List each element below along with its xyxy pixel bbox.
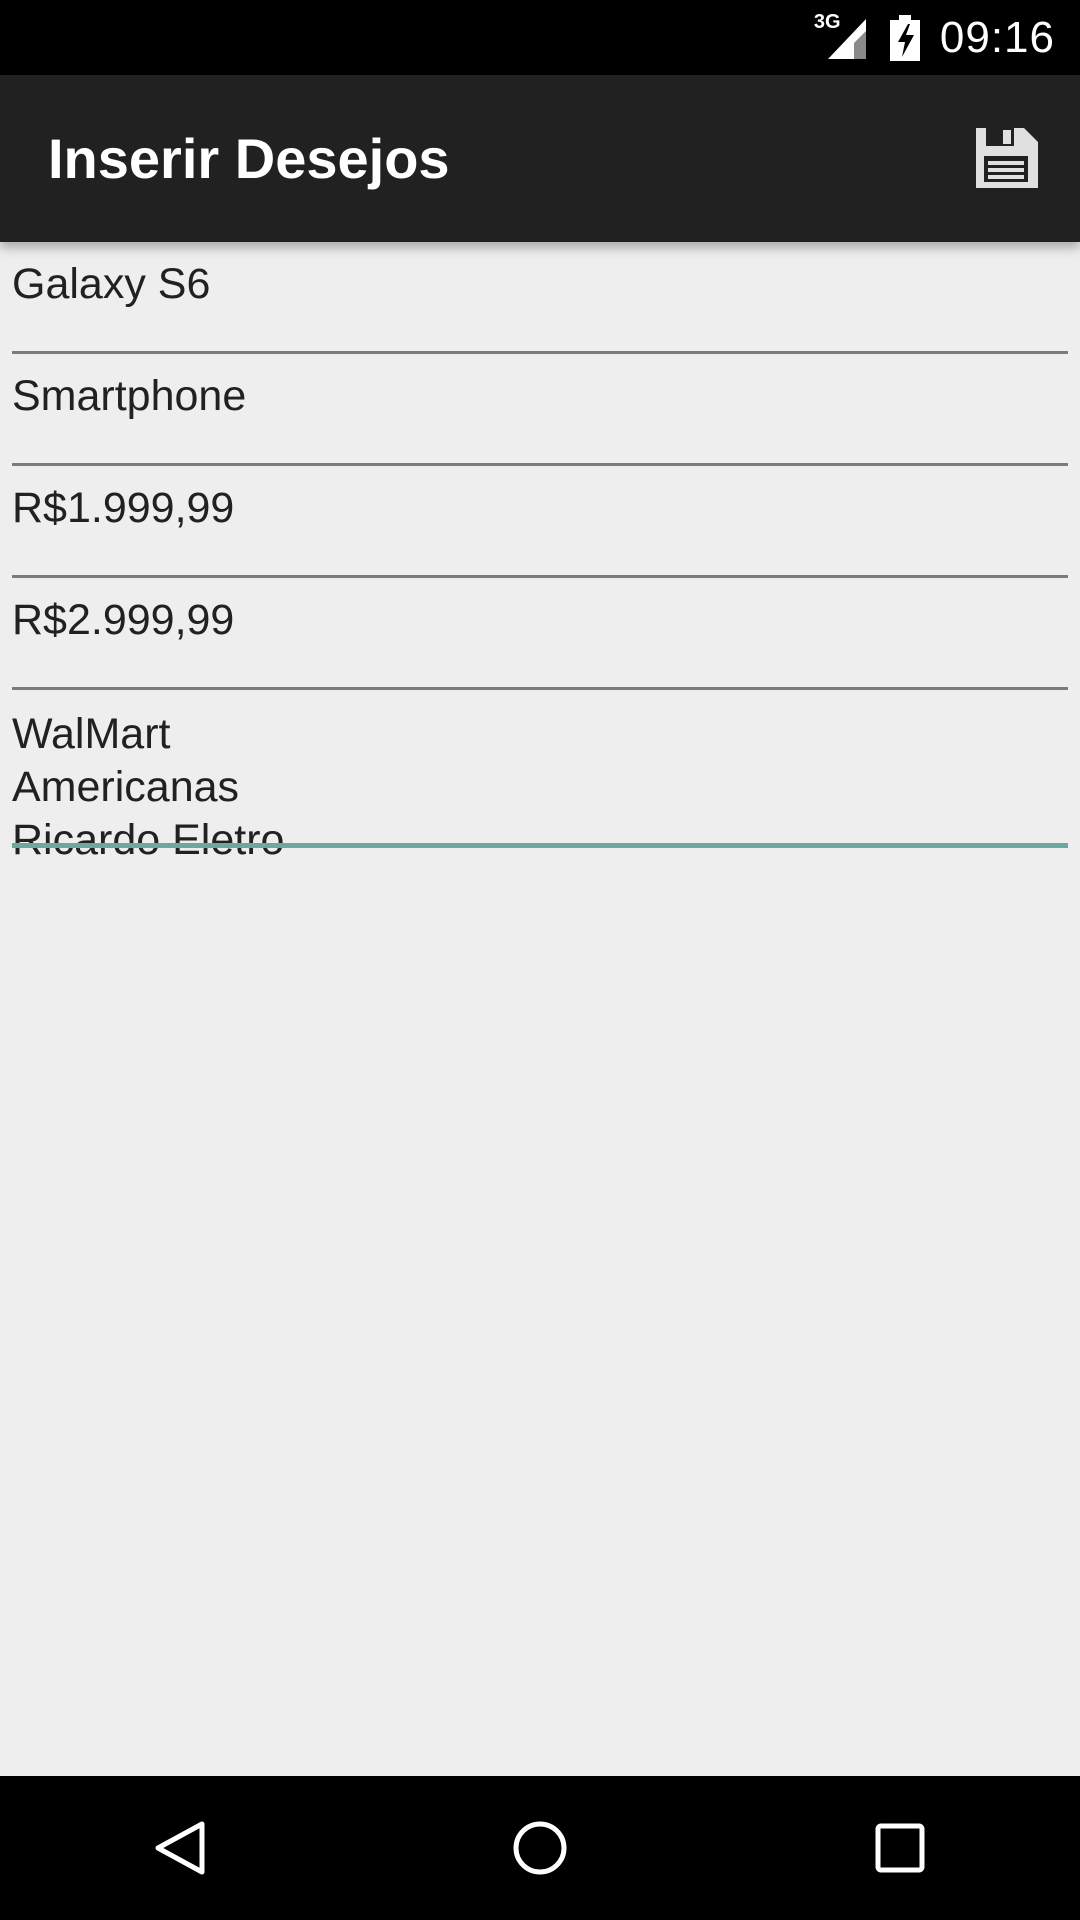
min-price-field[interactable]: R$1.999,99 [12, 466, 1068, 578]
category-field[interactable]: Smartphone [12, 354, 1068, 466]
save-button[interactable] [968, 120, 1044, 196]
screen: 3G 09:16 Inserir Desejos Galaxy S6 Smart… [0, 0, 1080, 1920]
max-price-field[interactable]: R$2.999,99 [12, 578, 1068, 690]
page-title: Inserir Desejos [48, 127, 450, 190]
app-bar: Inserir Desejos [0, 75, 1080, 242]
store-line: Ricardo Eletro [12, 816, 285, 864]
max-price-value: R$2.999,99 [12, 596, 235, 644]
back-button[interactable] [125, 1793, 235, 1903]
navigation-bar [0, 1776, 1080, 1920]
back-icon [155, 1821, 205, 1875]
min-price-value: R$1.999,99 [12, 484, 235, 532]
status-bar: 3G 09:16 [0, 0, 1080, 75]
stores-field[interactable]: WalMart Americanas Ricardo Eletro [12, 690, 1068, 864]
recents-button[interactable] [845, 1793, 955, 1903]
home-icon [513, 1821, 567, 1875]
product-name-value: Galaxy S6 [12, 260, 211, 308]
focused-field-underline [12, 843, 1068, 848]
save-icon [976, 128, 1038, 188]
store-line: WalMart [12, 710, 171, 758]
home-button[interactable] [485, 1793, 595, 1903]
store-line: Americanas [12, 763, 240, 811]
signal-icon: 3G [814, 11, 870, 61]
recents-icon [875, 1823, 925, 1873]
wish-form: Galaxy S6 Smartphone R$1.999,99 R$2.999,… [12, 242, 1068, 864]
clock: 09:16 [939, 12, 1055, 62]
status-icons: 3G 09:16 [814, 0, 1055, 75]
product-name-field[interactable]: Galaxy S6 [12, 242, 1068, 354]
category-value: Smartphone [12, 372, 247, 420]
battery-charging-icon [889, 14, 920, 61]
